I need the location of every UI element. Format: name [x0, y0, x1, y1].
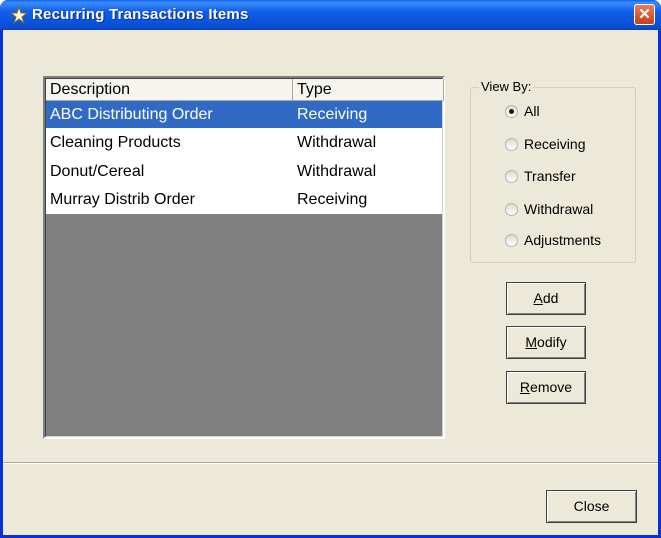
row-description: Murray Distrib Order [50, 191, 195, 208]
column-header-description[interactable]: Description [46, 79, 293, 101]
row-type: Receiving [297, 106, 368, 123]
radio-unselected-icon [505, 170, 518, 183]
recurring-transactions-dialog: Recurring Transactions Items ✕ Descripti… [0, 0, 661, 538]
remove-label: emove [530, 379, 573, 395]
title-bar[interactable]: Recurring Transactions Items ✕ [0, 0, 661, 30]
radio-label: All [524, 103, 540, 119]
modify-mnemonic: M [525, 334, 538, 350]
radio-selected-icon [505, 105, 518, 118]
table-row[interactable]: ABC Distributing Order Receiving [46, 101, 442, 128]
column-header-type[interactable]: Type [293, 79, 444, 101]
row-type: Receiving [297, 191, 368, 208]
radio-unselected-icon [505, 234, 518, 247]
view-by-legend: View By: [479, 79, 534, 94]
modify-label: odify [537, 334, 567, 350]
row-description: ABC Distributing Order [50, 106, 213, 123]
row-type: Withdrawal [297, 163, 377, 180]
radio-label: Receiving [524, 136, 586, 152]
row-description: Donut/Cereal [50, 163, 145, 180]
radio-unselected-icon [505, 203, 518, 216]
table-row[interactable]: Cleaning Products Withdrawal [46, 129, 442, 156]
row-type: Withdrawal [297, 134, 377, 151]
modify-button[interactable]: Modify [506, 326, 586, 359]
remove-mnemonic: R [519, 379, 531, 395]
add-button[interactable]: Add [506, 282, 586, 315]
radio-label: Transfer [524, 168, 576, 184]
app-star-icon [10, 6, 28, 24]
list-header: Description Type [46, 79, 444, 101]
close-button[interactable]: Close [546, 490, 637, 523]
radio-unselected-icon [505, 138, 518, 151]
row-description: Cleaning Products [50, 134, 181, 151]
view-by-group: View By: All Receiving Transfer Withdraw… [470, 79, 636, 263]
add-label: dd [542, 290, 559, 306]
close-icon: ✕ [638, 6, 651, 23]
remove-button[interactable]: Remove [506, 371, 586, 404]
add-mnemonic: A [533, 290, 543, 306]
window-title: Recurring Transactions Items [32, 6, 249, 23]
close-window-button[interactable]: ✕ [634, 4, 655, 25]
table-row[interactable]: Donut/Cereal Withdrawal [46, 158, 442, 185]
transactions-list[interactable]: Description Type ABC Distributing Order … [43, 76, 445, 439]
dialog-body: Description Type ABC Distributing Order … [3, 30, 658, 463]
footer-divider [3, 463, 658, 464]
list-body: ABC Distributing Order Receiving Cleanin… [46, 101, 442, 214]
table-row[interactable]: Murray Distrib Order Receiving [46, 186, 442, 213]
radio-label: Adjustments [524, 232, 602, 248]
list-frame: Description Type ABC Distributing Order … [45, 78, 444, 437]
radio-label: Withdrawal [524, 201, 594, 217]
